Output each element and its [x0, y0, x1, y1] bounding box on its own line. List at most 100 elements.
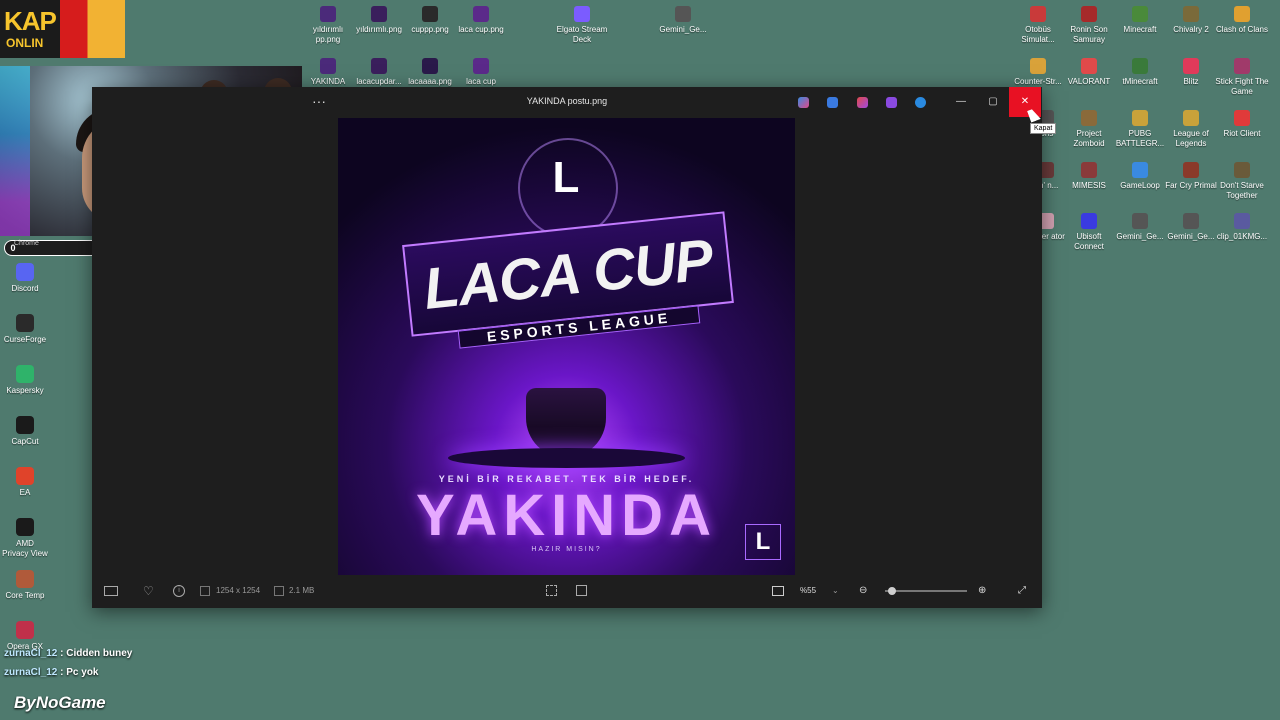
stage-graphic: [448, 448, 685, 468]
desktop-icon[interactable]: Discord: [2, 263, 48, 294]
folder-icon: [320, 58, 336, 74]
game-icon: [1183, 162, 1199, 178]
image-file-icon: [1183, 213, 1199, 229]
desktop-icon[interactable]: Gemini_Ge...: [1163, 213, 1219, 242]
maximize-button[interactable]: ▢: [977, 87, 1009, 117]
file-size: 2.1 MB: [289, 586, 315, 595]
game-icon: [1081, 110, 1097, 126]
filesize-icon: [274, 586, 284, 596]
desktop-icon[interactable]: Otobüs Simulat...: [1010, 6, 1066, 45]
info-icon[interactable]: i: [173, 585, 185, 597]
desktop-icon[interactable]: YAKINDA: [300, 58, 356, 87]
desktop-icon[interactable]: lacaaaa.png: [402, 58, 458, 87]
copilot-icon[interactable]: [798, 97, 809, 108]
window-title: YAKINDA postu.png: [526, 96, 608, 106]
clipchamp-icon[interactable]: [886, 97, 897, 108]
minimize-button[interactable]: —: [945, 87, 977, 117]
desktop-icon[interactable]: Clash of Clans: [1214, 6, 1270, 35]
game-icon: [1132, 58, 1148, 74]
chrome-label: Chrome: [14, 240, 39, 247]
game-icon: [1132, 6, 1148, 22]
desktop-icon[interactable]: cuppp.png: [402, 6, 458, 35]
desktop-icon[interactable]: Chivalry 2: [1163, 6, 1219, 35]
desktop-icon[interactable]: Counter-Str...: [1010, 58, 1066, 87]
desktop-icon[interactable]: EA: [2, 467, 48, 498]
actual-size-icon[interactable]: [772, 586, 784, 596]
game-icon: [1132, 162, 1148, 178]
desktop-icon[interactable]: tMinecraft: [1112, 58, 1168, 87]
onedrive-icon[interactable]: [915, 97, 926, 108]
desktop-icon[interactable]: Ronin Son Samuray: [1061, 6, 1117, 45]
desktop-icon[interactable]: yıldırımlı.png: [351, 6, 407, 35]
ubisoft-icon: [1081, 213, 1097, 229]
zoom-slider-thumb[interactable]: [887, 587, 896, 595]
fullscreen-icon[interactable]: ⤢: [1018, 585, 1026, 597]
game-icon: [1081, 58, 1097, 74]
desktop-icon[interactable]: Gemini_Ge...: [655, 6, 711, 35]
desktop-icon[interactable]: Minecraft: [1112, 6, 1168, 35]
amd-icon: [16, 518, 34, 536]
desktop-icon[interactable]: Kaspersky: [2, 365, 48, 396]
game-icon: [1132, 110, 1148, 126]
video-file-icon: [1234, 213, 1250, 229]
poster-image: L LACA CUP ESPORTS LEAGUE YENİ BİR REKAB…: [338, 118, 795, 575]
desktop-icon[interactable]: GameLoop: [1112, 162, 1168, 191]
game-icon: [1234, 110, 1250, 126]
title-bar[interactable]: ··· YAKINDA postu.png — ▢ ✕: [92, 87, 1042, 117]
zoom-in-icon[interactable]: ⊕: [978, 585, 986, 597]
game-icon: [1234, 6, 1250, 22]
channel-logo-text: KAP: [4, 6, 57, 36]
desktop-icon[interactable]: Elgato Stream Deck: [554, 6, 610, 45]
desktop-icon[interactable]: Gemini_Ge...: [1112, 213, 1168, 242]
desktop-icon[interactable]: Stick Fight The Game: [1214, 58, 1270, 97]
poster-emblem-letter: L: [552, 153, 580, 202]
image-file-icon: [675, 6, 691, 22]
edit-icon[interactable]: [827, 97, 838, 108]
desktop-icon[interactable]: clip_01KMG...: [1214, 213, 1270, 242]
desktop-icon[interactable]: PUBG BATTLEGR...: [1112, 110, 1168, 149]
game-icon: [1234, 58, 1250, 74]
desktop-icon[interactable]: Project Zomboid: [1061, 110, 1117, 149]
desktop-icon[interactable]: League of Legends: [1163, 110, 1219, 149]
favorite-icon[interactable]: ♡: [143, 585, 154, 597]
desktop-icon[interactable]: lacacupdar...: [351, 58, 407, 87]
desktop-icon[interactable]: VALORANT: [1061, 58, 1117, 87]
poster-corner-logo: L: [745, 524, 781, 560]
visual-search-icon[interactable]: [546, 585, 557, 596]
game-icon: [1081, 162, 1097, 178]
desktop-icon[interactable]: Riot Client: [1214, 110, 1270, 139]
image-file-icon: [371, 6, 387, 22]
photos-window: ··· YAKINDA postu.png — ▢ ✕ L LACA CUP E…: [92, 87, 1042, 608]
desktop-icon[interactable]: Ubisoft Connect: [1061, 213, 1117, 252]
core-temp-icon: [16, 570, 34, 588]
desktop-icon[interactable]: Core Temp: [2, 570, 48, 601]
game-icon: [1030, 58, 1046, 74]
paint-icon[interactable]: [857, 97, 868, 108]
folder-icon: [473, 58, 489, 74]
chat-username: zurnaCl_12: [4, 667, 58, 678]
filmstrip-icon[interactable]: [104, 586, 118, 596]
zoom-slider[interactable]: [885, 590, 967, 592]
zoom-out-icon[interactable]: ⊖: [859, 585, 867, 597]
desktop-icon[interactable]: yıldırımlı pp.png: [300, 6, 356, 45]
viewer-toolbar: ♡ i 1254 x 1254 2.1 MB %55 ⌄ ⊖ ⊕ ⤢: [92, 576, 1042, 608]
desktop-icon[interactable]: CapCut: [2, 416, 48, 447]
channel-logo-subtext: ONLIN: [6, 36, 44, 50]
desktop-icon[interactable]: Blitz: [1163, 58, 1219, 87]
game-icon: [1183, 6, 1199, 22]
chat-text: : Cidden buney: [60, 648, 133, 659]
desktop-icon[interactable]: laca cup.png: [453, 6, 509, 35]
image-file-icon: [1132, 213, 1148, 229]
zoom-level[interactable]: %55: [800, 585, 816, 597]
desktop-icon[interactable]: AMD Privacy View: [2, 518, 48, 559]
chevron-down-icon[interactable]: ⌄: [832, 585, 839, 597]
desktop-icon[interactable]: CurseForge: [2, 314, 48, 345]
poster-callout: HAZIR MISIN?: [531, 546, 602, 553]
capcut-icon: [16, 416, 34, 434]
desktop-icon[interactable]: Far Cry Primal: [1163, 162, 1219, 191]
desktop-icon[interactable]: laca cup: [453, 58, 509, 87]
discord-icon: [16, 263, 34, 281]
desktop-icon[interactable]: MIMESIS: [1061, 162, 1117, 191]
text-extract-icon[interactable]: [576, 585, 587, 596]
desktop-icon[interactable]: Don't Starve Together: [1214, 162, 1270, 201]
